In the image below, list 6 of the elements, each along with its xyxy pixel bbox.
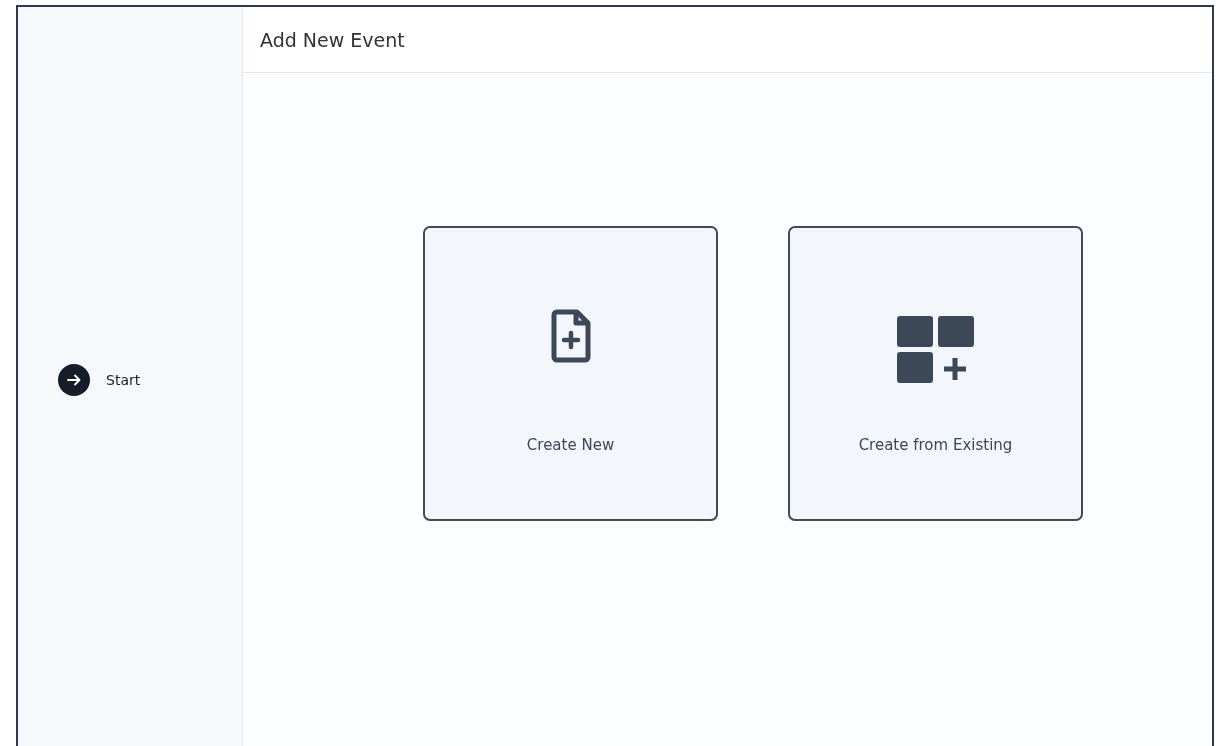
step-label[interactable]: Start bbox=[106, 371, 141, 388]
option-card[interactable]: Create New bbox=[423, 226, 718, 521]
file-plus-icon bbox=[550, 309, 591, 363]
page-title: Add New Event bbox=[260, 28, 405, 51]
grid-plus-icon bbox=[896, 316, 975, 384]
option-card[interactable]: Create from Existing bbox=[788, 226, 1083, 521]
